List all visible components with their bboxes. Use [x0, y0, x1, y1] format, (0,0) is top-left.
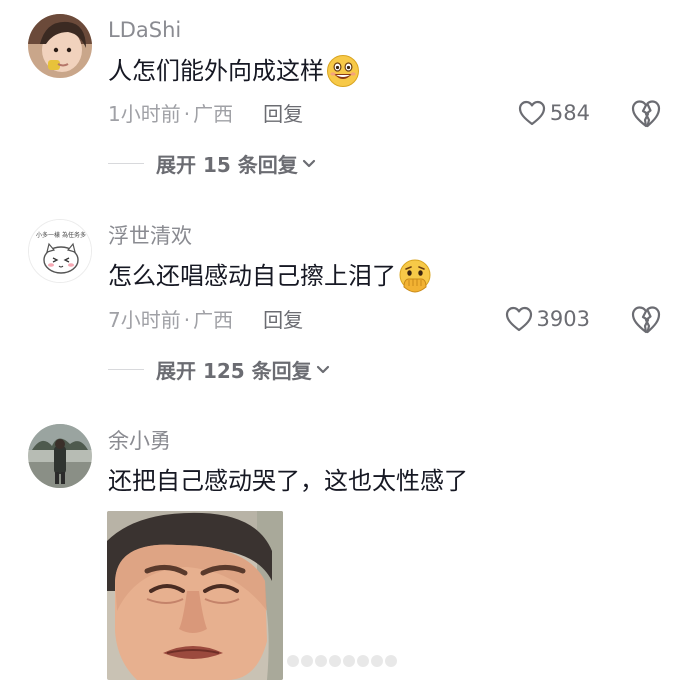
dislike-button[interactable] — [630, 99, 662, 129]
comment-text: 人怎们能外向成这样 — [108, 54, 360, 88]
comment-text-content: 还把自己感动哭了，这也太性感了 — [108, 467, 468, 495]
comment-location: 广西 — [193, 308, 234, 332]
comment-meta: 1小时前 · 广西 回复 — [108, 101, 303, 127]
comment-text-content: 人怎们能外向成这样 — [108, 57, 324, 85]
comment-item: LDaShi 人怎们能外向成这样 1小时前 · 广西 回复 584 展开 15 … — [0, 0, 690, 190]
meta-separator: · — [183, 308, 191, 332]
expand-replies-button[interactable]: 展开 125 条回复 — [108, 355, 330, 384]
chevron-down-icon — [316, 365, 330, 375]
heart-outline-icon — [518, 100, 546, 126]
comment-text: 怎么还唱感动自己擦上泪了 — [108, 259, 432, 293]
avatar-sticker-text: 小多一樣 為任务多 — [36, 231, 86, 239]
avatar[interactable]: 小多一樣 為任务多 — [28, 219, 92, 283]
comment-location: 广西 — [193, 102, 234, 126]
broken-heart-icon — [631, 100, 661, 128]
broken-heart-icon — [631, 306, 661, 334]
divider-line — [108, 163, 144, 164]
divider-line — [108, 369, 144, 370]
meta-separator: · — [183, 102, 191, 126]
dislike-button[interactable] — [630, 305, 662, 335]
username[interactable]: 浮世清欢 — [108, 223, 192, 249]
like-button[interactable]: 584 — [518, 100, 590, 126]
chevron-down-icon — [302, 159, 316, 169]
expand-replies-label: 展开 15 条回复 — [156, 153, 298, 177]
reply-button[interactable]: 回复 — [263, 307, 303, 333]
avatar[interactable] — [28, 14, 92, 78]
username[interactable]: LDaShi — [108, 17, 181, 43]
reply-button[interactable]: 回复 — [263, 101, 303, 127]
comment-text-content: 怎么还唱感动自己擦上泪了 — [108, 262, 396, 290]
like-count: 584 — [549, 101, 590, 125]
like-count: 3903 — [536, 307, 590, 331]
reply-image[interactable] — [107, 511, 283, 680]
comment-text: 还把自己感动哭了，这也太性感了 — [108, 465, 468, 497]
comment-time: 7小时前 — [108, 308, 181, 332]
grinning-face-emoji-icon — [326, 54, 360, 88]
avatar[interactable] — [28, 424, 92, 488]
comment-time: 1小时前 — [108, 102, 181, 126]
heart-outline-icon — [505, 306, 532, 332]
crying-man-photo — [107, 511, 283, 680]
watermark-blur — [285, 651, 405, 671]
hand-over-mouth-emoji-icon — [398, 259, 432, 293]
expand-replies-button[interactable]: 展开 15 条回复 — [108, 149, 316, 178]
username[interactable]: 余小勇 — [108, 428, 171, 454]
like-button[interactable]: 3903 — [505, 306, 590, 332]
comment-meta: 7小时前 · 广西 回复 — [108, 307, 303, 333]
expand-replies-label: 展开 125 条回复 — [156, 359, 312, 383]
